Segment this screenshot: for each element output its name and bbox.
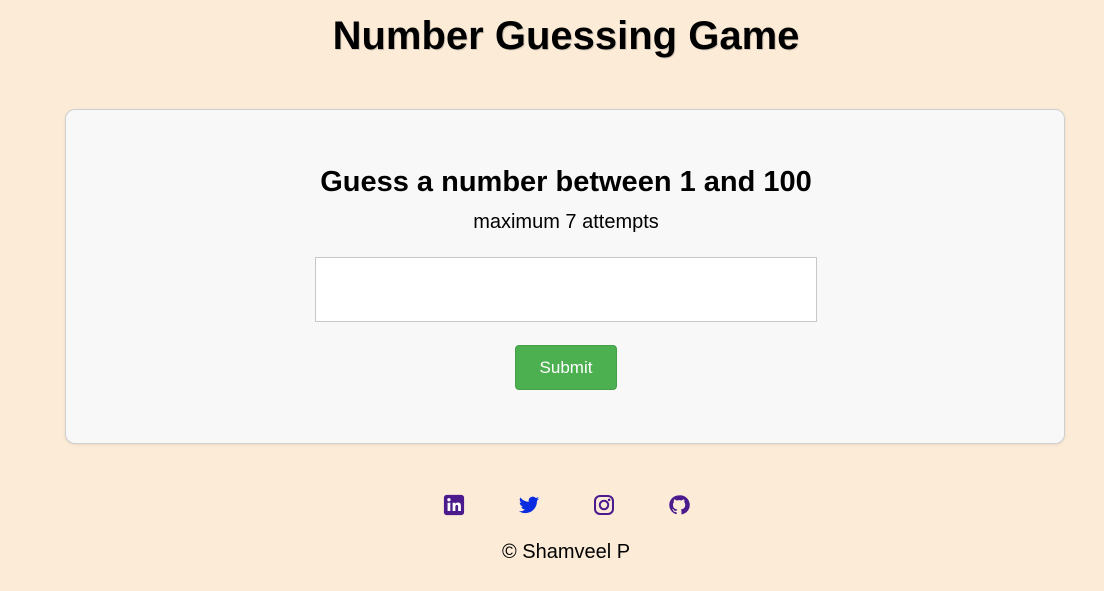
social-links: [0, 494, 1104, 516]
guess-prompt: Guess a number between 1 and 100: [320, 166, 812, 198]
twitter-link[interactable]: [518, 494, 540, 516]
linkedin-link[interactable]: [443, 494, 465, 516]
guess-input[interactable]: [315, 257, 817, 322]
copyright-text: © Shamveel P: [501, 541, 631, 563]
submit-button[interactable]: Submit: [515, 345, 617, 390]
page-title: Number Guessing Game: [332, 14, 800, 58]
github-icon: [668, 495, 690, 515]
instagram-link[interactable]: [593, 494, 615, 516]
game-card: Guess a number between 1 and 100 maximum…: [65, 109, 1065, 444]
twitter-icon: [518, 496, 539, 514]
github-link[interactable]: [668, 494, 690, 516]
attempts-note: maximum 7 attempts: [473, 211, 659, 233]
linkedin-icon: [443, 494, 464, 516]
instagram-icon: [593, 495, 614, 515]
